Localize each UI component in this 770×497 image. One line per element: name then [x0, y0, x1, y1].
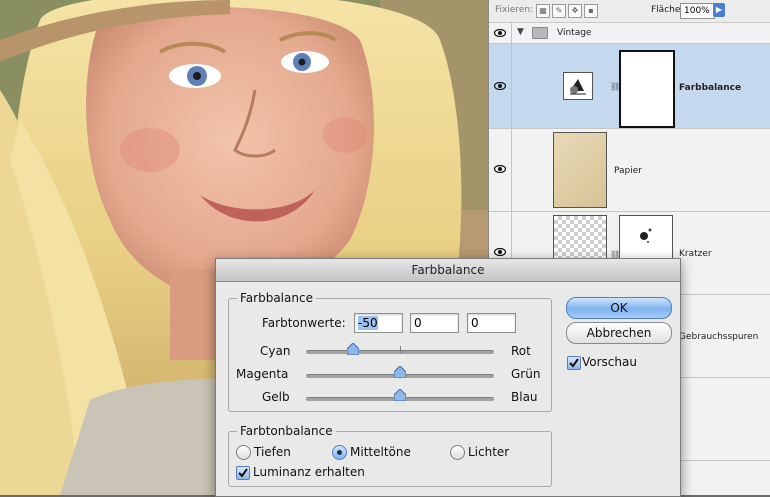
color-balance-adjustment-icon: [563, 72, 593, 100]
layer-name: Farbbalance: [679, 83, 742, 93]
slider-thumb[interactable]: [394, 366, 406, 378]
layer-row-farbbalance[interactable]: ⛓ Farbbalance: [489, 44, 770, 129]
radio-midtones-label[interactable]: Mitteltöne: [350, 445, 411, 459]
tone-balance-legend: Farbtonbalance: [237, 424, 336, 438]
link-chain-icon[interactable]: ⛓: [610, 82, 620, 92]
color-balance-dialog: Farbbalance Farbbalance Farbtonwerte: -5…: [215, 258, 681, 497]
lock-icons: ▦ ✎ ✥ ▪: [536, 4, 598, 18]
radio-highlights[interactable]: [450, 445, 465, 460]
ok-button[interactable]: OK: [566, 297, 672, 319]
level-input-yellow-blue[interactable]: 0: [467, 313, 516, 333]
cancel-button[interactable]: Abbrechen: [566, 322, 672, 344]
eye-icon: [494, 82, 506, 90]
levels-label: Farbtonwerte:: [262, 316, 346, 330]
fill-label: Fläche:: [651, 5, 684, 15]
radio-midtones[interactable]: [332, 445, 347, 460]
slider-left-label: Gelb: [262, 390, 290, 404]
layer-mask-thumbnail[interactable]: [619, 50, 675, 128]
level-input-cyan-red[interactable]: -50: [354, 313, 403, 333]
layer-name: Vintage: [557, 28, 592, 38]
layer-name: Gebrauchsspuren: [679, 332, 759, 342]
eye-icon: [494, 165, 506, 173]
fill-arrow-icon[interactable]: ▶: [713, 3, 725, 17]
preview-checkbox[interactable]: [567, 356, 581, 370]
level-input-magenta-green[interactable]: 0: [410, 313, 459, 333]
preview-label[interactable]: Vorschau: [582, 355, 637, 369]
preserve-luminosity-checkbox[interactable]: [236, 466, 250, 480]
slider-thumb[interactable]: [347, 343, 359, 355]
lock-label: Fixieren:: [495, 5, 534, 15]
lock-toolbar: Fixieren: ▦ ✎ ✥ ▪ Fläche: 100% ▶: [489, 0, 770, 23]
visibility-toggle[interactable]: [489, 23, 512, 43]
slider-thumb[interactable]: [394, 389, 406, 401]
color-balance-legend: Farbbalance: [237, 291, 316, 305]
visibility-toggle[interactable]: [489, 44, 512, 128]
eye-icon: [494, 248, 506, 256]
radio-shadows-label[interactable]: Tiefen: [254, 445, 291, 459]
lock-all-icon[interactable]: ▪: [584, 4, 598, 18]
layer-name: Kratzer: [679, 249, 712, 259]
eye-icon: [494, 29, 506, 37]
layer-row-vintage[interactable]: ▼ Vintage: [489, 23, 770, 44]
layer-row-papier[interactable]: Papier: [489, 129, 770, 212]
checkmark-icon: [569, 358, 579, 368]
slider-center-tick: [400, 346, 401, 353]
slider-left-label: Cyan: [260, 344, 291, 358]
slider-right-label: Rot: [511, 344, 531, 358]
lock-position-icon[interactable]: ✥: [568, 4, 582, 18]
radio-shadows[interactable]: [236, 445, 251, 460]
fill-input[interactable]: 100%: [680, 3, 715, 19]
lock-pixels-icon[interactable]: ✎: [552, 4, 566, 18]
slider-right-label: Grün: [511, 367, 541, 381]
preserve-luminosity-label[interactable]: Luminanz erhalten: [253, 465, 365, 479]
layer-name: Papier: [614, 166, 642, 176]
visibility-toggle[interactable]: [489, 129, 512, 211]
layer-thumbnail: [553, 132, 607, 208]
disclosure-triangle-icon[interactable]: ▼: [517, 27, 524, 37]
dialog-title[interactable]: Farbbalance: [216, 259, 680, 282]
slider-left-label: Magenta: [236, 367, 289, 381]
radio-highlights-label[interactable]: Lichter: [468, 445, 509, 459]
lock-transparent-icon[interactable]: ▦: [536, 4, 550, 18]
checkmark-icon: [238, 468, 248, 478]
slider-right-label: Blau: [511, 390, 538, 404]
folder-icon: [532, 27, 548, 39]
